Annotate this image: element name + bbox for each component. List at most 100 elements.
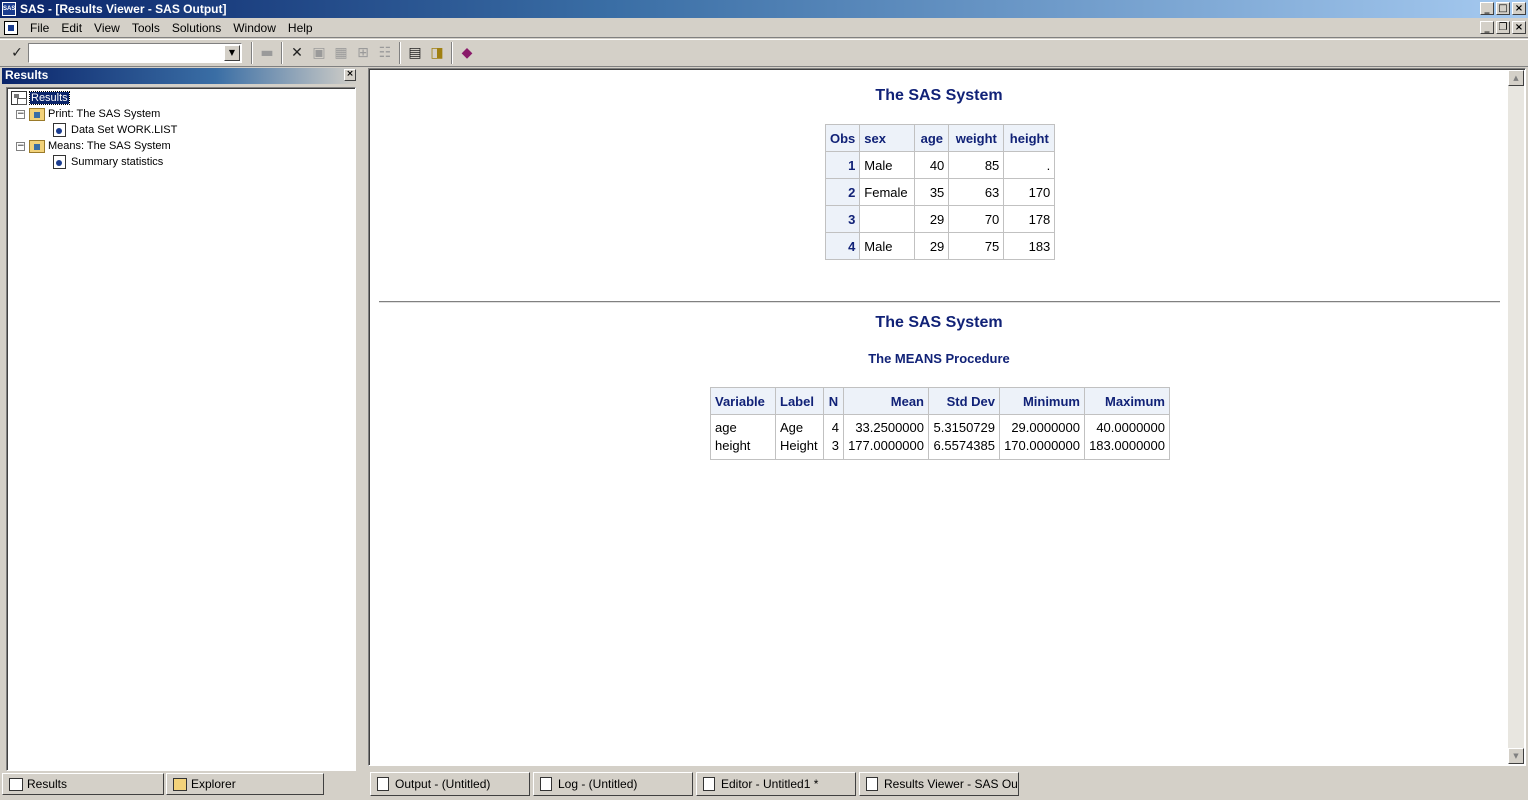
menu-edit[interactable]: Edit	[55, 21, 88, 35]
column-header: sex	[859, 124, 916, 152]
table-row: 4 Male 29 75 183	[824, 232, 1056, 260]
log-window-icon	[540, 777, 552, 791]
print-title: The SAS System	[875, 87, 1003, 104]
list-icon[interactable]: ☷	[374, 42, 396, 64]
results-viewer: The SAS System Obs sex age weight height…	[368, 68, 1526, 766]
details-icon[interactable]: ▦	[330, 42, 352, 64]
new-library-icon[interactable]: ▤	[404, 42, 426, 64]
task-label: Log - (Untitled)	[558, 777, 638, 791]
tab-results[interactable]: Results	[2, 773, 164, 795]
menu-file[interactable]: File	[24, 21, 55, 35]
table-cell: 178	[1003, 205, 1056, 233]
task-output[interactable]: Output - (Untitled)	[370, 772, 530, 796]
tree-item-label[interactable]: Means: The SAS System	[48, 140, 171, 152]
collapse-icon[interactable]: −	[16, 109, 25, 119]
table-cell: 35	[914, 178, 950, 206]
sas-app-icon[interactable]: SAS	[2, 2, 16, 16]
column-header: weight	[948, 124, 1005, 152]
table-cell: 29	[914, 232, 950, 260]
maximum-value: 183.0000000	[1089, 438, 1165, 453]
table-cell: 183	[1003, 232, 1056, 260]
open-folder-icon[interactable]: ▬	[256, 42, 278, 64]
menu-help[interactable]: Help	[282, 21, 319, 35]
tree-item-label[interactable]: Results	[29, 91, 70, 105]
child-close-button[interactable]: ×	[1512, 21, 1526, 34]
table-cell: 4 3	[823, 414, 844, 460]
column-header: Minimum	[999, 387, 1085, 415]
scroll-up-icon[interactable]: ▲	[1508, 70, 1524, 86]
menu-tools[interactable]: Tools	[126, 21, 166, 35]
minimize-button[interactable]: _	[1480, 2, 1494, 15]
maximum-value: 40.0000000	[1096, 420, 1165, 435]
print-table: Obs sex age weight height 1 Male 40 85 .…	[824, 124, 1056, 260]
tree-item-results[interactable]: Results	[11, 90, 70, 106]
table-row: 3 29 70 178	[824, 205, 1056, 233]
column-header: height	[1003, 124, 1056, 152]
table-cell: Age Height	[775, 414, 824, 460]
table-cell: 85	[948, 151, 1005, 179]
command-box[interactable]: ▼	[28, 43, 242, 63]
close-button[interactable]: ×	[1512, 2, 1526, 15]
checkmark-icon[interactable]: ✓	[6, 42, 28, 64]
column-header: N	[823, 387, 844, 415]
results-icon	[11, 91, 27, 105]
tab-label: Explorer	[191, 777, 236, 791]
vertical-scrollbar[interactable]: ▲ ▼	[1508, 70, 1524, 764]
close-icon[interactable]: ×	[344, 69, 356, 81]
tree-item-dataset[interactable]: Data Set WORK.LIST	[53, 122, 177, 138]
results-panel-header: Results ×	[2, 68, 358, 84]
task-log[interactable]: Log - (Untitled)	[533, 772, 693, 796]
maximize-button[interactable]: □	[1496, 2, 1510, 15]
chevron-down-icon[interactable]: ▼	[224, 45, 240, 61]
table-cell: 5.3150729 6.5574385	[928, 414, 1000, 460]
tree-item-means[interactable]: − Means: The SAS System	[16, 138, 171, 154]
large-icons-icon[interactable]: ⊞	[352, 42, 374, 64]
column-header: Mean	[843, 387, 929, 415]
table-cell: 63	[948, 178, 1005, 206]
table-cell: 40.0000000 183.0000000	[1084, 414, 1170, 460]
tree-item-label[interactable]: Summary statistics	[71, 156, 163, 168]
minimum-value: 170.0000000	[1004, 438, 1080, 453]
toolbar-separator	[281, 42, 283, 64]
collapse-icon[interactable]: −	[16, 141, 25, 151]
menu-view[interactable]: View	[88, 21, 126, 35]
tree-item-label[interactable]: Print: The SAS System	[48, 108, 160, 120]
table-cell: Male	[859, 232, 916, 260]
explorer-icon[interactable]: ◨	[426, 42, 448, 64]
tree-item-summary[interactable]: Summary statistics	[53, 154, 163, 170]
table-cell: age height	[710, 414, 776, 460]
results-icon	[9, 777, 23, 791]
tab-explorer[interactable]: Explorer	[166, 773, 324, 795]
toolbar-separator	[251, 42, 253, 64]
window-taskbar: Output - (Untitled) Log - (Untitled) Edi…	[368, 768, 1528, 800]
label-value: Height	[780, 438, 818, 453]
mean-value: 177.0000000	[848, 438, 924, 453]
output-document-icon	[53, 123, 66, 137]
table-cell: 75	[948, 232, 1005, 260]
document-icon[interactable]	[4, 20, 18, 35]
menu-window[interactable]: Window	[227, 21, 282, 35]
command-input[interactable]	[29, 44, 225, 62]
column-header: Label	[775, 387, 824, 415]
table-row: age height Age Height 4 3 33.2500000 177…	[710, 414, 1170, 460]
table-cell: 170	[1003, 178, 1056, 206]
menu-solutions[interactable]: Solutions	[166, 21, 227, 35]
window-title: SAS - [Results Viewer - SAS Output]	[20, 2, 227, 16]
table-row: 2 Female 35 63 170	[824, 178, 1056, 206]
delete-icon[interactable]: ✕	[286, 42, 308, 64]
task-results-viewer[interactable]: Results Viewer - SAS Out...	[859, 772, 1019, 796]
toolbar-separator	[451, 42, 453, 64]
properties-icon[interactable]: ▣	[308, 42, 330, 64]
tree-item-label[interactable]: Data Set WORK.LIST	[71, 124, 177, 136]
child-restore-button[interactable]: ❐	[1496, 21, 1510, 34]
column-header: Std Dev	[928, 387, 1000, 415]
table-cell: 29	[914, 205, 950, 233]
tree-item-print[interactable]: − Print: The SAS System	[16, 106, 160, 122]
help-book-icon[interactable]: ◆	[456, 42, 478, 64]
task-editor[interactable]: Editor - Untitled1 *	[696, 772, 856, 796]
child-minimize-button[interactable]: _	[1480, 21, 1494, 34]
table-cell: 40	[914, 151, 950, 179]
scroll-down-icon[interactable]: ▼	[1508, 748, 1524, 764]
column-header: Obs	[824, 124, 861, 152]
label-value: Age	[780, 420, 804, 435]
